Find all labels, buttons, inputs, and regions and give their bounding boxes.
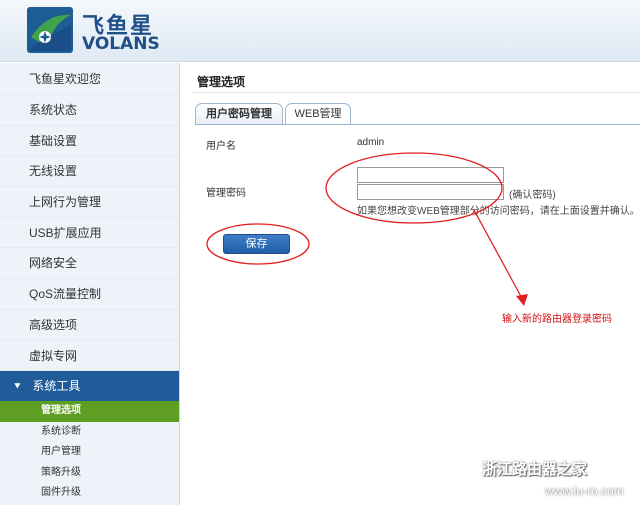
sidebar-subitem-diagnostics[interactable]: 系统诊断 <box>0 422 179 443</box>
volans-logo-icon <box>27 7 73 53</box>
tab-web-management[interactable]: WEB管理 <box>285 103 351 125</box>
sidebar-subitem-user-management[interactable]: 用户管理 <box>0 442 179 463</box>
sidebar-item-system-status[interactable]: 系统状态 <box>0 95 179 126</box>
page-title: 管理选项 <box>197 75 246 89</box>
sidebar-subitem-admin-options[interactable]: 管理选项 <box>0 401 179 422</box>
annotation-text: 输入新的路由器登录密码 <box>502 314 612 325</box>
double-chevron-down-icon: ⯆ <box>13 381 22 394</box>
tab-user-password[interactable]: 用户密码管理 <box>195 103 283 125</box>
header: 飞鱼星 VOLANS <box>0 0 640 62</box>
sidebar-item-welcome[interactable]: 飞鱼星欢迎您 <box>0 63 179 95</box>
sidebar: 飞鱼星欢迎您 系统状态 基础设置 无线设置 上网行为管理 USB扩展应用 网络安… <box>0 63 180 505</box>
sidebar-item-usb-apps[interactable]: USB扩展应用 <box>0 218 179 249</box>
password-hint: 如果您想改变WEB管理部分的访问密码，请在上面设置并确认。 <box>357 206 640 217</box>
sidebar-item-advanced[interactable]: 高级选项 <box>0 310 179 341</box>
main-panel: 管理选项 用户密码管理 WEB管理 用户名 admin 管理密码 (确认密码) … <box>181 63 640 505</box>
sidebar-item-wireless-settings[interactable]: 无线设置 <box>0 156 179 188</box>
username-label: 用户名 <box>206 141 236 152</box>
save-button[interactable]: 保存 <box>223 234 290 254</box>
sidebar-item-behavior-management[interactable]: 上网行为管理 <box>0 187 179 218</box>
confirm-password-note: (确认密码) <box>509 190 556 201</box>
title-divider <box>193 92 640 93</box>
confirm-password-input[interactable] <box>357 184 504 200</box>
tab-underline <box>195 124 640 125</box>
sidebar-item-vpn[interactable]: 虚拟专网 <box>0 341 179 372</box>
sidebar-item-qos[interactable]: QoS流量控制 <box>0 279 179 310</box>
sidebar-subitem-firmware-upgrade[interactable]: 固件升级 <box>0 483 179 504</box>
password-input[interactable] <box>357 167 504 183</box>
sidebar-section-label: 系统工具 <box>32 379 81 394</box>
username-value: admin <box>357 137 385 148</box>
password-label: 管理密码 <box>206 188 246 199</box>
watermark-text: 浙江路由器之家 <box>482 461 588 478</box>
watermark-subtext: www.lu-ro.com <box>545 484 624 498</box>
sidebar-item-network-security[interactable]: 网络安全 <box>0 248 179 280</box>
brand-name-en: VOLANS <box>82 34 160 54</box>
sidebar-subitem-policy-upgrade[interactable]: 策略升级 <box>0 463 179 484</box>
sidebar-item-basic-settings[interactable]: 基础设置 <box>0 126 179 157</box>
sidebar-section-system-tools[interactable]: ⯆ 系统工具 <box>0 371 179 402</box>
watermark-logo-icon <box>459 462 477 478</box>
